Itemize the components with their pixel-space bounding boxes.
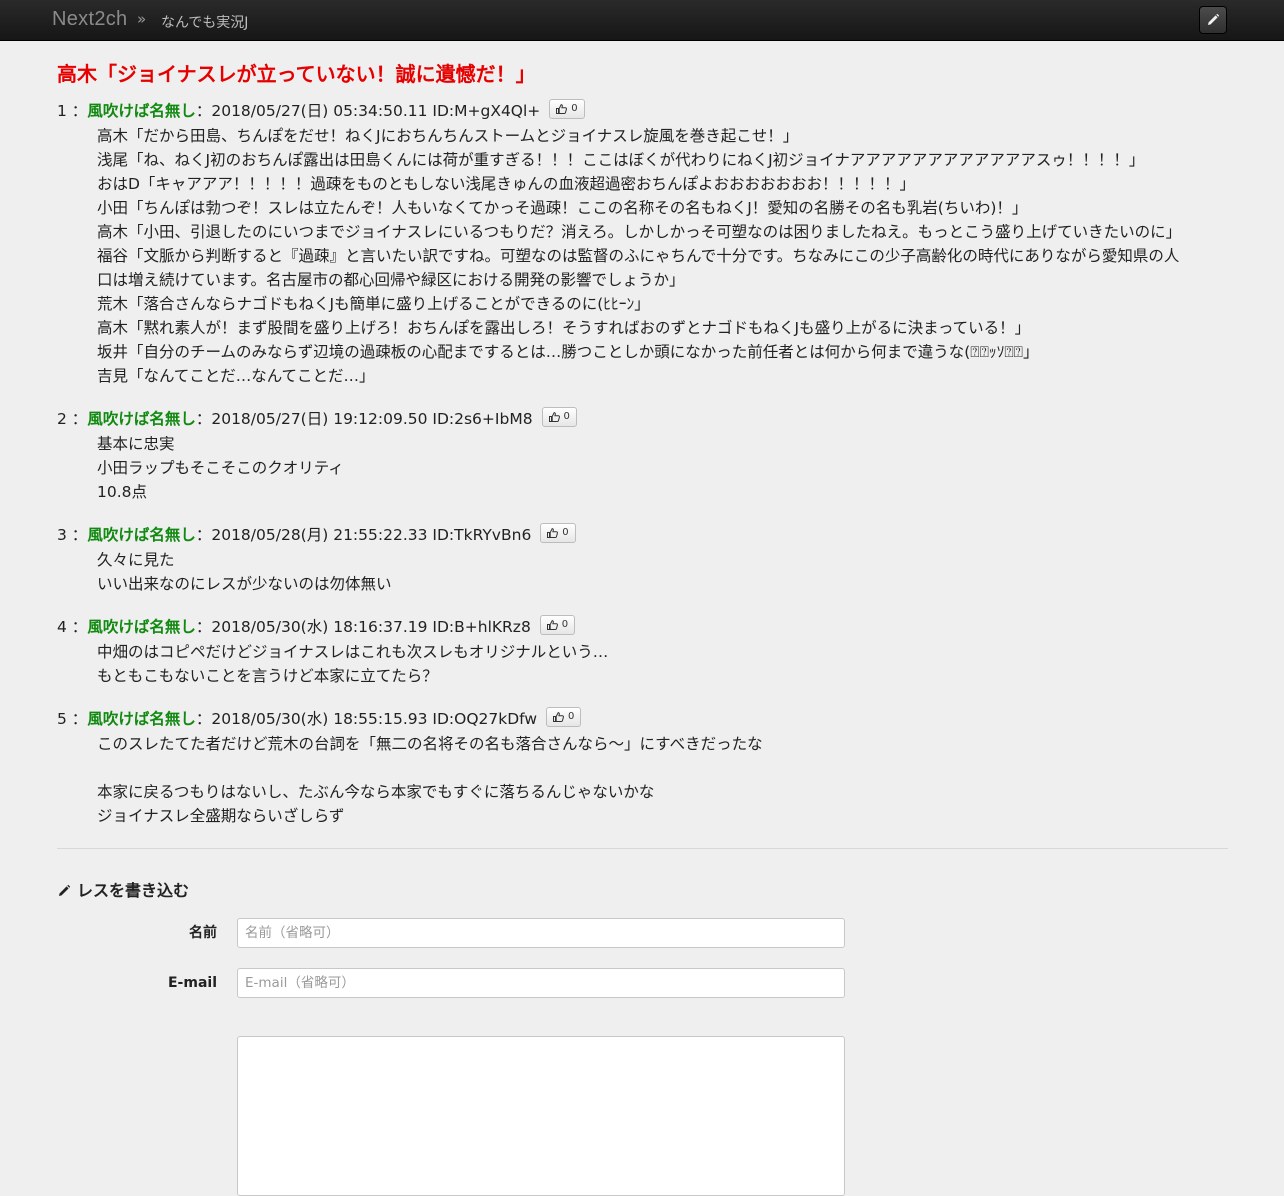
post: 1 ：風吹けば名無し：2018/05/27(日) 05:34:50.11 ID:… [57, 98, 1228, 388]
post-line: 荒木「落合さんならナゴドもねくJも簡単に盛り上げることができるのに(ﾋﾋｰﾝ」 [97, 295, 650, 313]
post-line: もともこもないことを言うけど本家に立てたら？ [97, 667, 438, 685]
like-count: 0 [567, 711, 575, 722]
name-input[interactable] [237, 918, 845, 948]
post-line: 口は増え続けています。名古屋市の都心回帰や緑区における開発の影響でしょうか」 [97, 271, 685, 289]
post-meta: 2018/05/27(日) 05:34:50.11 ID:M+gX4Ql+ [211, 102, 541, 120]
post: 3 ：風吹けば名無し：2018/05/28(月) 21:55:22.33 ID:… [57, 522, 1228, 596]
poster-name: 風吹けば名無し [87, 526, 196, 544]
like-button[interactable]: 0 [541, 407, 577, 427]
post-line: 高木「だから田島、ちんぽをだせ！ねくJにおちんちんストームとジョイナスレ旋風を巻… [97, 127, 799, 145]
post-header: 5 ：風吹けば名無し：2018/05/30(水) 18:55:15.93 ID:… [57, 706, 1228, 732]
like-count: 0 [562, 527, 569, 538]
thread-title: 高木「ジョイナスレが立っていない！誠に遺憾だ！」 [57, 62, 536, 86]
poster-name: 風吹けば名無し [87, 710, 196, 728]
post-line: ジョイナスレ全盛期ならいざしらず [97, 807, 345, 825]
like-count: 0 [563, 411, 570, 422]
main-content: 高木「ジョイナスレが立っていない！誠に遺憾だ！」 1 ：風吹けば名無し：2018… [57, 41, 1228, 998]
post-body: このスレたてた者だけど荒木の台詞を「無二の名将その名も落合さんなら〜」にすべきだ… [97, 732, 1228, 828]
post-number[interactable]: 2 [57, 410, 67, 428]
post-line: 小田ラップもそこそこのクオリティ [97, 459, 344, 477]
post-line: 福谷「文脈から判断すると『過疎』と言いたい訳ですね。可塑なのは監督のふにゃちんで… [97, 247, 1180, 265]
like-button[interactable]: 0 [545, 707, 582, 727]
post-body: 久々に見た いい出来なのにレスが少ないのは勿体無い [97, 548, 1228, 596]
thumbs-up-icon [546, 620, 558, 630]
email-row: E-mail [57, 968, 1228, 998]
like-count: 0 [571, 103, 578, 114]
post-line: 小田「ちんぽは勃つぞ！スレは立たんぞ！人もいなくてかっそ過疎！ここの名称その名も… [97, 199, 1028, 217]
post-number[interactable]: 4 [57, 618, 67, 636]
post-line: おはD「キャアアア！！！！！過疎をものともしない浅尾きゅんの血液超過密おちんぽよ… [97, 175, 915, 193]
post-line: 基本に忠実 [97, 435, 175, 453]
email-input[interactable] [237, 968, 845, 998]
poster-name: 風吹けば名無し [87, 410, 196, 428]
like-button[interactable]: 0 [540, 523, 576, 543]
thumbs-up-icon [556, 104, 568, 114]
post-line: いい出来なのにレスが少ないのは勿体無い [97, 575, 392, 593]
post-body: 中畑のはコピペだけどジョイナスレはこれも次スレもオリジナルという… もともこもな… [97, 640, 1228, 688]
post-number[interactable]: 3 [57, 526, 67, 544]
breadcrumb-separator: » [137, 10, 147, 28]
pencil-icon [59, 884, 71, 896]
post-line: 中畑のはコピペだけどジョイナスレはこれも次スレもオリジナルという… [97, 643, 609, 661]
post-body: 基本に忠実 小田ラップもそこそこのクオリティ 10.8点 [97, 432, 1228, 504]
poster-name: 風吹けば名無し [87, 102, 196, 120]
post: 5 ：風吹けば名無し：2018/05/30(水) 18:55:15.93 ID:… [57, 706, 1228, 828]
board-link[interactable]: なんでも実況J [161, 12, 248, 32]
post-number[interactable]: 1 [57, 102, 67, 120]
email-label: E-mail [167, 975, 217, 991]
post-list: 1 ：風吹けば名無し：2018/05/27(日) 05:34:50.11 ID:… [57, 98, 1228, 828]
reply-form-title-text: レスを書き込む [77, 881, 190, 900]
message-textarea[interactable] [237, 1036, 845, 1196]
post-meta: 2018/05/30(水) 18:55:15.93 ID:OQ27kDfw [211, 710, 538, 728]
post-line: 吉見「なんてことだ…なんてことだ…」 [97, 367, 375, 385]
thumbs-up-icon [548, 412, 560, 422]
post: 4 ：風吹けば名無し：2018/05/30(水) 18:16:37.19 ID:… [57, 614, 1228, 688]
post-header: 1 ：風吹けば名無し：2018/05/27(日) 05:34:50.11 ID:… [57, 98, 1228, 124]
post-header: 3 ：風吹けば名無し：2018/05/28(月) 21:55:22.33 ID:… [57, 522, 1228, 548]
thumbs-up-icon [552, 712, 564, 722]
post-line: 10.8点 [97, 483, 148, 501]
post-line: 本家に戻るつもりはないし、たぶん今なら本家でもすぐに落ちるんじゃないかな [97, 783, 655, 801]
post: 2 ：風吹けば名無し：2018/05/27(日) 19:12:09.50 ID:… [57, 406, 1228, 504]
post-line: 坂井「自分のチームのみならず辺境の過疎板の心配までするとは…勝つことしか頭になか… [97, 343, 1039, 361]
thumbs-up-icon [547, 528, 559, 538]
divider [57, 848, 1228, 849]
poster-name: 風吹けば名無し [87, 618, 196, 636]
post-line: 浅尾「ね、ねくJ初のおちんぽ露出は田島くんには荷が重すぎる！！！ここはぼくが代わ… [97, 151, 1145, 169]
post-meta: 2018/05/27(日) 19:12:09.50 ID:2s6+IbM8 [211, 410, 533, 428]
navbar: Next2ch » なんでも実況J [0, 0, 1284, 41]
post-number[interactable]: 5 [57, 710, 67, 728]
post-header: 4 ：風吹けば名無し：2018/05/30(水) 18:16:37.19 ID:… [57, 614, 1228, 640]
post-line: このスレたてた者だけど荒木の台詞を「無二の名将その名も落合さんなら〜」にすべきだ… [97, 735, 763, 753]
post-line: 久々に見た [97, 551, 175, 569]
like-button[interactable]: 0 [549, 99, 585, 119]
pencil-icon [1208, 13, 1220, 25]
name-label: 名前 [189, 925, 217, 941]
like-count: 0 [561, 619, 569, 630]
post-body: 高木「だから田島、ちんぽをだせ！ねくJにおちんちんストームとジョイナスレ旋風を巻… [97, 124, 1228, 388]
name-row: 名前 [57, 918, 1228, 948]
write-post-button[interactable] [1199, 6, 1227, 34]
like-button[interactable]: 0 [539, 615, 576, 635]
post-header: 2 ：風吹けば名無し：2018/05/27(日) 19:12:09.50 ID:… [57, 406, 1228, 432]
post-line: 高木「黙れ素人が！まず股間を盛り上げろ！おちんぽを露出しろ！そうすればおのずとナ… [97, 319, 1031, 337]
post-meta: 2018/05/28(月) 21:55:22.33 ID:TkRYvBn6 [211, 526, 532, 544]
post-line: 高木「小田、引退したのにいつまでジョイナスレにいるつもりだ？消えろ。しかしかっそ… [97, 223, 1182, 241]
brand-link[interactable]: Next2ch [52, 8, 127, 31]
reply-form-title: レスを書き込む [57, 879, 1228, 903]
post-meta: 2018/05/30(水) 18:16:37.19 ID:B+hlKRz8 [211, 618, 531, 636]
post-line [97, 756, 1228, 780]
